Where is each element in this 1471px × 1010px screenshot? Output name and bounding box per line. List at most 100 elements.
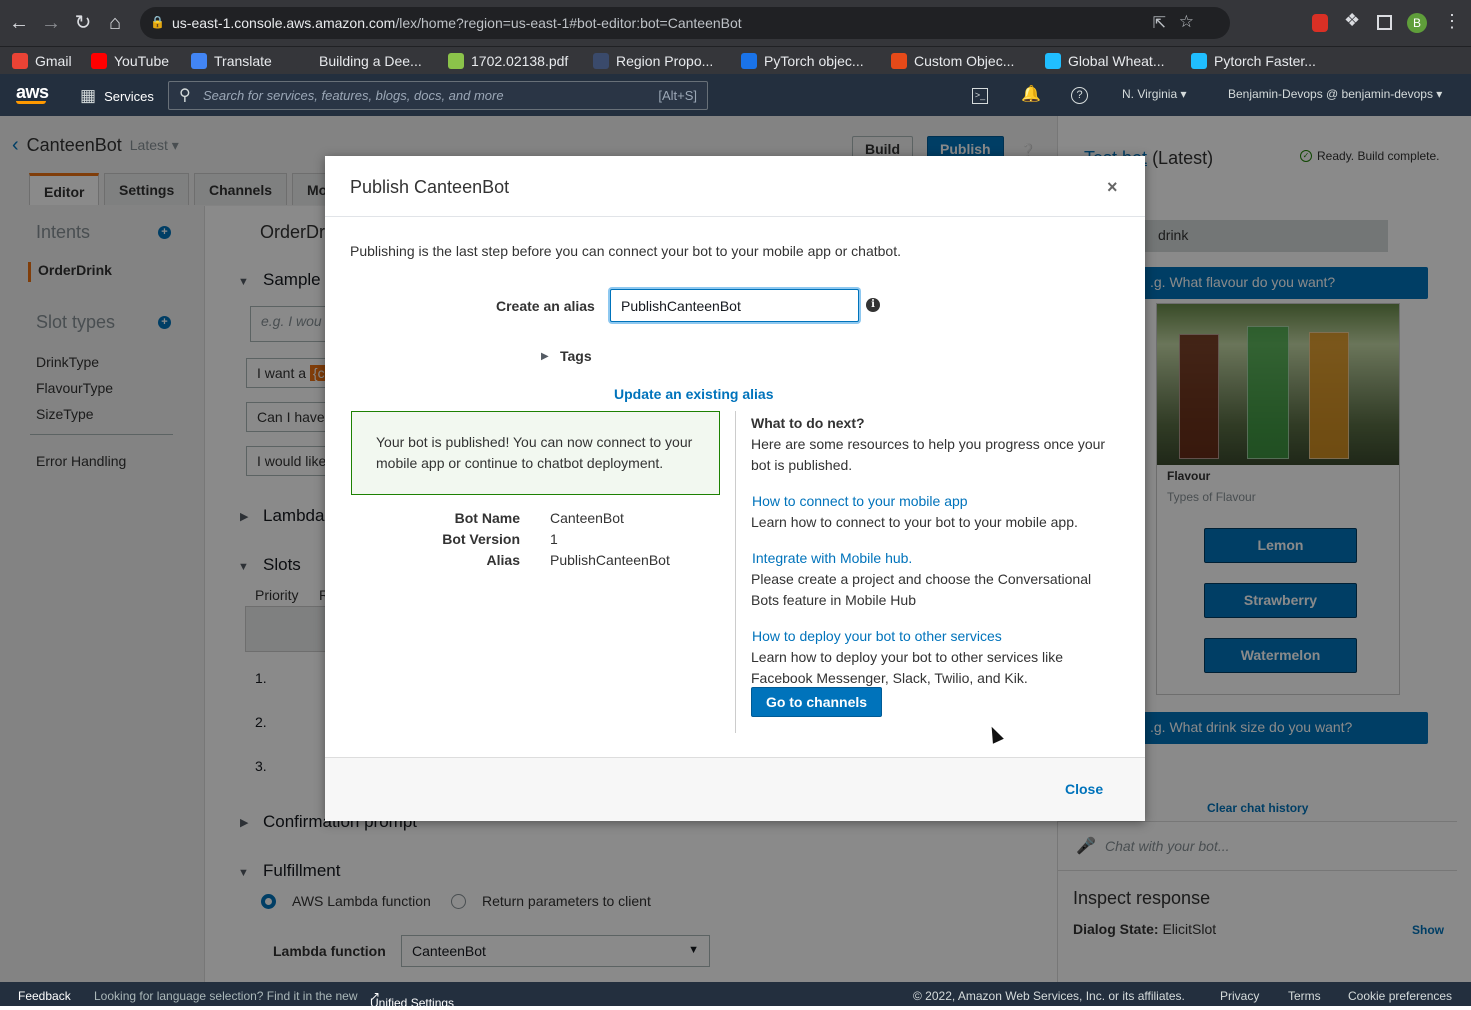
menu-icon[interactable]: ⋮ (1443, 11, 1461, 32)
privacy-link[interactable]: Privacy (1220, 989, 1259, 1003)
detail-label: Alias (486, 552, 520, 568)
star-icon[interactable]: ☆ (1179, 12, 1194, 32)
url-text: us-east-1.console.aws.amazon.com/lex/hom… (172, 15, 742, 31)
close-icon[interactable]: × (1107, 177, 1118, 198)
go-to-channels-button[interactable]: Go to channels (751, 687, 882, 717)
detail-value: CanteenBot (550, 510, 624, 526)
detail-label: Bot Version (442, 531, 520, 547)
mobile-app-desc: Learn how to connect to your bot to your… (751, 514, 1078, 530)
bookmark-label: Gmail (35, 53, 72, 69)
site-icon (296, 53, 312, 69)
account-menu[interactable]: Benjamin-Devops @ benjamin-devops ▾ (1228, 87, 1442, 101)
column-divider (735, 411, 736, 733)
next-steps: What to do next? Here are some resources… (751, 413, 1121, 689)
search-shortcut: [Alt+S] (658, 88, 697, 103)
bookmark-item[interactable]: Global Wheat... (1045, 50, 1165, 72)
search-icon: ⚲ (179, 87, 191, 104)
share-icon[interactable]: ⇱ (1153, 13, 1166, 33)
translate-icon (191, 53, 207, 69)
bookmark-item[interactable]: Region Propo... (593, 50, 713, 72)
next-steps-intro: Here are some resources to help you prog… (751, 436, 1106, 473)
language-hint: Looking for language selection? Find it … (94, 989, 358, 1003)
bookmark-item[interactable]: 1702.02138.pdf (448, 50, 568, 72)
bookmark-label: Pytorch Faster... (1214, 53, 1316, 69)
bookmark-label: Custom Objec... (914, 53, 1015, 69)
copyright: © 2022, Amazon Web Services, Inc. or its… (913, 989, 1185, 1003)
forward-icon[interactable]: → (40, 12, 62, 34)
console-footer: Feedback Looking for language selection?… (0, 982, 1471, 1010)
close-button[interactable]: Close (1065, 781, 1103, 797)
bookmark-item[interactable]: PyTorch objec... (741, 50, 864, 72)
services-label: Services (104, 88, 154, 104)
bookmark-label: Building a Dee... (319, 53, 422, 69)
address-bar[interactable]: 🔒 us-east-1.console.aws.amazon.com/lex/h… (140, 7, 1230, 39)
detail-label: Bot Name (454, 510, 520, 526)
reload-icon[interactable]: ↻ (72, 12, 94, 34)
bookmark-label: Global Wheat... (1068, 53, 1165, 69)
success-alert: Your bot is published! You can now conne… (351, 411, 720, 495)
bookmark-label: Translate (214, 53, 272, 69)
alias-label: Create an alias (496, 298, 595, 314)
grid-icon: ▦ (80, 86, 97, 105)
region-selector[interactable]: N. Virginia ▾ (1122, 87, 1187, 101)
custom-icon (891, 53, 907, 69)
bot-details: Bot Name CanteenBot Bot Version 1 Alias Pub… (351, 510, 721, 573)
bell-icon[interactable]: 🔔 (1021, 84, 1041, 104)
bookmarks-bar: Gmail YouTube Translate Building a Dee... 17… (0, 46, 1471, 74)
search-input[interactable]: ⚲ Search for services, features, blogs, … (168, 81, 708, 110)
browser-toolbar: ← → ↻ ⌂ 🔒 us-east-1.console.aws.amazon.c… (0, 0, 1471, 46)
sidepanel-icon[interactable] (1377, 15, 1392, 30)
deploy-services-desc: Learn how to deploy your bot to other se… (751, 649, 1064, 686)
cloudshell-icon[interactable]: >_ (972, 88, 988, 104)
bookmark-item[interactable]: YouTube (91, 50, 169, 72)
bookmark-item[interactable]: Translate (191, 50, 272, 72)
avatar[interactable]: B (1407, 13, 1427, 33)
unified-settings-link[interactable]: Unified Settings ↗ (370, 989, 454, 1010)
update-alias-link[interactable]: Update an existing alias (614, 386, 774, 402)
bookmark-label: PyTorch objec... (764, 53, 864, 69)
bookmark-label: 1702.02138.pdf (471, 53, 569, 69)
deploy-services-link[interactable]: How to deploy your bot to other services (751, 626, 1121, 647)
bookmark-item[interactable]: Custom Objec... (891, 50, 1014, 72)
help-icon[interactable]: ? (1071, 87, 1088, 104)
tds-icon (593, 53, 609, 69)
detail-value: 1 (550, 531, 558, 547)
feedback-link[interactable]: Feedback (18, 989, 71, 1003)
dialog-footer: Close (325, 757, 1145, 821)
bookmark-item[interactable]: Pytorch Faster... (1191, 50, 1316, 72)
aws-nav: aws ▦ Services ⚲ Search for services, fe… (0, 74, 1471, 116)
publish-dialog: Publish CanteenBot × Publishing is the l… (325, 156, 1145, 821)
caret-right-icon[interactable]: ▶ (541, 351, 549, 362)
back-icon[interactable]: ← (8, 12, 30, 34)
dialog-header: Publish CanteenBot × (325, 156, 1145, 217)
kaggle-icon (1045, 53, 1061, 69)
info-icon[interactable]: i (866, 298, 880, 312)
dialog-title: Publish CanteenBot (350, 177, 510, 197)
bookmark-item[interactable]: Building a Dee... (296, 50, 422, 72)
mobile-hub-link[interactable]: Integrate with Mobile hub. (751, 548, 1121, 569)
detail-value: PublishCanteenBot (550, 552, 670, 568)
search-placeholder: Search for services, features, blogs, do… (203, 88, 504, 103)
aws-logo[interactable]: aws (16, 82, 49, 104)
gmail-icon (12, 53, 28, 69)
services-menu[interactable]: ▦ Services (80, 86, 154, 106)
cookie-preferences-link[interactable]: Cookie preferences (1348, 989, 1452, 1003)
mobile-hub-desc: Please create a project and choose the C… (751, 571, 1092, 608)
puzzle-icon[interactable]: ❖ (1344, 10, 1360, 31)
bookmark-label: Region Propo... (616, 53, 714, 69)
alias-input[interactable] (610, 289, 859, 322)
pytorch-icon (741, 53, 757, 69)
extension-icon[interactable] (1312, 14, 1328, 32)
next-steps-title: What to do next? (751, 415, 865, 431)
youtube-icon (91, 53, 107, 69)
dialog-intro: Publishing is the last step before you c… (350, 243, 901, 259)
terms-link[interactable]: Terms (1288, 989, 1321, 1003)
home-icon[interactable]: ⌂ (104, 12, 126, 34)
success-text: Your bot is published! You can now conne… (376, 434, 693, 471)
bookmark-label: YouTube (114, 53, 170, 69)
lock-icon: 🔒 (150, 15, 165, 29)
pdf-icon (448, 53, 464, 69)
tags-toggle[interactable]: Tags (560, 348, 592, 364)
bookmark-item[interactable]: Gmail (12, 50, 72, 72)
mobile-app-link[interactable]: How to connect to your mobile app (751, 491, 1121, 512)
